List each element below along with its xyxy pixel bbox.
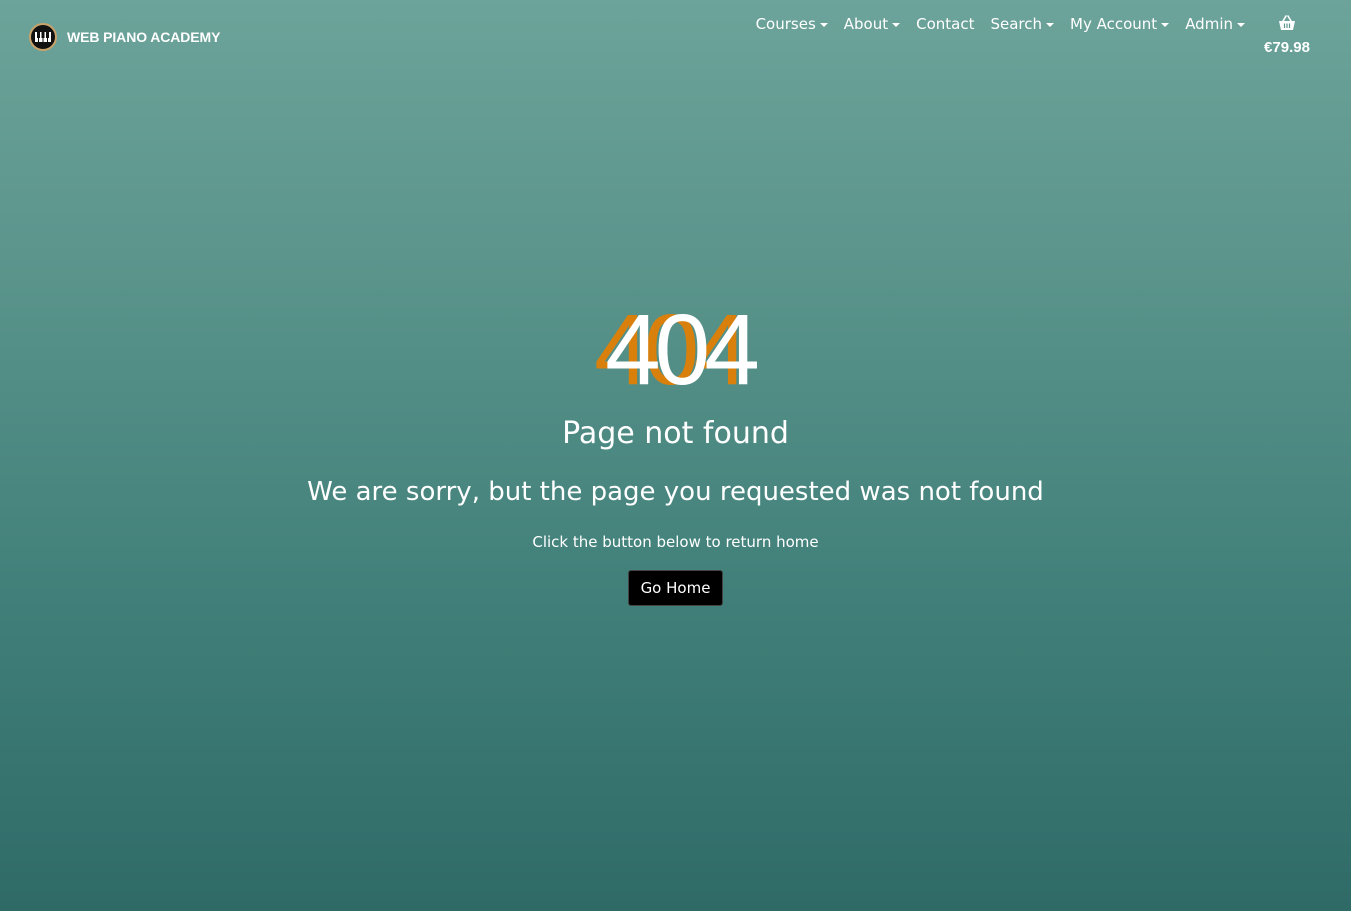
nav-item-label: Admin [1185,15,1233,33]
error-message: We are sorry, but the page you requested… [307,477,1044,507]
brand-name: WEB PIANO ACADEMY [67,29,221,45]
caret-down-icon [892,22,901,27]
nav-item-label: Search [990,15,1043,33]
caret-down-icon [1237,22,1245,27]
nav-item-label: About [843,15,889,33]
nav-item-admin[interactable]: Admin [1185,15,1245,33]
piano-logo-icon [29,23,57,51]
go-home-button[interactable]: Go Home [627,570,724,606]
error-content: 404 404 Page not found We are sorry, but… [0,300,1351,606]
nav-item-search[interactable]: Search [990,15,1055,33]
cart-button[interactable]: €79.98 [1259,15,1315,56]
error-code: 404 404 [586,300,766,400]
cart-total: €79.98 [1264,39,1310,56]
nav-item-courses[interactable]: Courses [756,15,828,33]
nav-item-contact[interactable]: Contact [916,15,974,33]
nav-item-about[interactable]: About [843,15,901,33]
nav-menu: Courses About Contact Search My Account … [740,15,1245,33]
return-hint: Click the button below to return home [532,533,819,551]
basket-icon [1278,15,1296,35]
brand-link[interactable]: WEB PIANO ACADEMY [29,23,220,51]
caret-down-icon [1046,22,1055,27]
error-code-front: 404 [605,294,760,406]
nav-item-my-account[interactable]: My Account [1070,15,1170,33]
nav-item-label: Courses [755,15,816,33]
page-title: Page not found [562,416,789,451]
nav-item-label: My Account [1070,15,1158,33]
navbar: WEB PIANO ACADEMY Courses About Contact … [0,0,1351,70]
caret-down-icon [1161,22,1170,27]
caret-down-icon [819,22,828,27]
nav-item-label: Contact [916,15,975,33]
